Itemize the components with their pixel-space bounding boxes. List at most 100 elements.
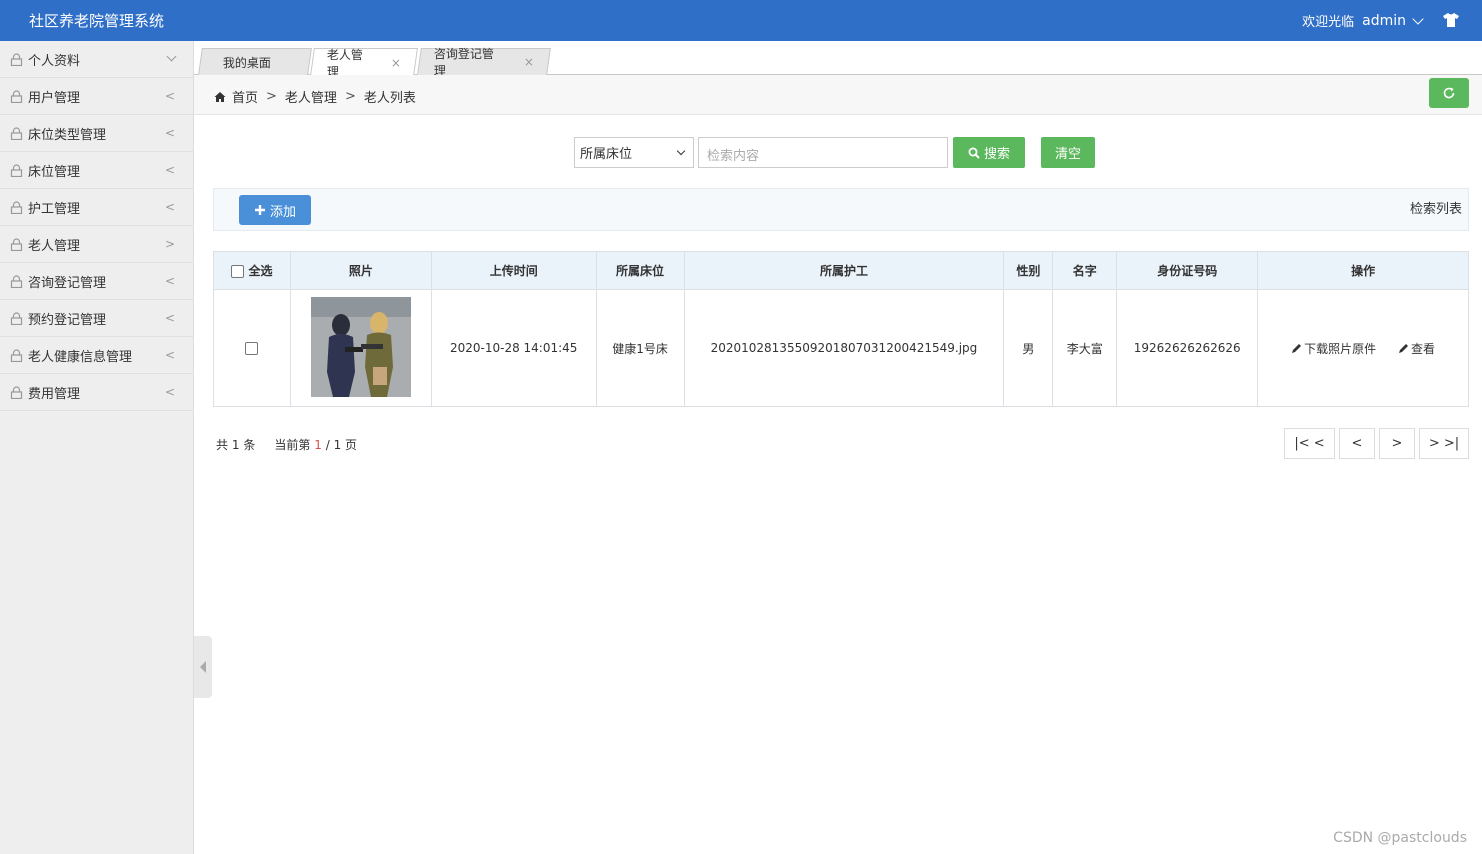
pencil-icon <box>1292 343 1302 353</box>
chevron-left-icon: < <box>164 126 175 140</box>
username[interactable]: admin <box>1362 13 1406 29</box>
tab-label: 我的桌面 <box>222 55 271 70</box>
header-photo: 照片 <box>289 251 432 290</box>
lock-icon <box>10 274 23 288</box>
elderly-table: 全选 照片 上传时间 所属床位 所属护工 性别 名字 身份证号码 操作 2020… <box>213 251 1469 407</box>
sidebar-item-consultation[interactable]: 咨询登记管理 < <box>0 263 193 300</box>
page-prefix: 当前第 <box>274 438 311 452</box>
lock-icon <box>10 348 23 362</box>
sidebar-collapse-toggle[interactable] <box>194 636 212 698</box>
sidebar-item-label: 个人资料 <box>28 53 81 69</box>
breadcrumb-level1[interactable]: 老人管理 <box>285 87 337 106</box>
chevron-left-icon: < <box>164 385 175 399</box>
chevron-left-icon: < <box>164 274 175 288</box>
breadcrumb: 首页 > 老人管理 > 老人列表 <box>214 87 416 106</box>
sidebar-item-label: 床位类型管理 <box>28 127 107 143</box>
theme-shirt-icon[interactable] <box>1442 12 1460 28</box>
gender-cell: 男 <box>1003 289 1054 407</box>
refresh-button[interactable] <box>1429 78 1469 108</box>
view-link[interactable]: 查看 <box>1398 340 1435 357</box>
operations-cell: 下载照片原件 查看 <box>1257 289 1469 407</box>
chevron-down-icon[interactable] <box>1412 12 1424 25</box>
caregiver-cell: 20201028135509201807031200421549.jpg <box>683 289 1005 407</box>
chevron-left-icon: < <box>164 311 175 325</box>
elderly-photo[interactable] <box>310 296 411 397</box>
tab-elderly-management[interactable]: 老人管理 × <box>310 48 418 79</box>
sidebar-item-appointments[interactable]: 预约登记管理 < <box>0 300 193 337</box>
pagination-info: 共 1 条 当前第 1 / 1 页 <box>216 436 357 453</box>
row-checkbox[interactable] <box>245 342 259 355</box>
table-toolbar: 添加 检索列表 <box>213 188 1469 231</box>
name-cell: 李大富 <box>1052 289 1118 407</box>
clear-button[interactable]: 清空 <box>1041 137 1095 168</box>
chevron-right-icon: > <box>164 237 175 251</box>
header-operations: 操作 <box>1257 251 1469 290</box>
watermark: CSDN @pastclouds <box>1333 830 1467 846</box>
chevron-left-icon: < <box>164 348 175 362</box>
sidebar-item-health-info[interactable]: 老人健康信息管理 < <box>0 337 193 374</box>
lock-icon <box>10 385 23 399</box>
chevron-left-icon: < <box>164 200 175 214</box>
sidebar-item-label: 老人健康信息管理 <box>28 349 133 365</box>
select-value: 所属床位 <box>580 147 633 162</box>
sidebar-item-caregivers[interactable]: 护工管理 < <box>0 189 193 226</box>
breadcrumb-home[interactable]: 首页 <box>232 87 258 106</box>
sidebar-item-label: 老人管理 <box>28 238 81 254</box>
lock-icon <box>10 52 23 66</box>
table-header-row: 全选 照片 上传时间 所属床位 所属护工 性别 名字 身份证号码 操作 <box>213 251 1469 290</box>
search-input[interactable]: 检索内容 <box>698 137 948 168</box>
download-photo-link[interactable]: 下载照片原件 <box>1291 340 1376 357</box>
page-suffix: 页 <box>345 438 358 452</box>
tab-consultation-management[interactable]: 咨询登记管理 × <box>417 47 551 78</box>
close-icon[interactable]: × <box>524 55 534 69</box>
last-page-button[interactable]: > >| <box>1419 428 1469 459</box>
search-list-label: 检索列表 <box>1409 202 1462 217</box>
select-all-checkbox[interactable] <box>231 265 245 278</box>
search-button[interactable]: 搜索 <box>953 137 1025 168</box>
next-page-button[interactable]: > <box>1379 428 1415 459</box>
tab-desktop[interactable]: 我的桌面 <box>198 48 312 75</box>
header-select-all[interactable]: 全选 <box>213 251 291 290</box>
add-button[interactable]: 添加 <box>239 195 311 225</box>
sidebar-item-label: 咨询登记管理 <box>28 275 107 291</box>
sidebar-item-bed-types[interactable]: 床位类型管理 < <box>0 115 193 152</box>
total-suffix: 条 <box>243 438 256 452</box>
bed-filter-select[interactable]: 所属床位 <box>574 137 694 168</box>
total-count: 1 <box>231 438 240 452</box>
sidebar-item-elderly[interactable]: 老人管理 > <box>0 226 193 263</box>
add-button-label: 添加 <box>269 204 296 220</box>
breadcrumb-level2: 老人列表 <box>363 91 416 106</box>
sidebar-item-profile[interactable]: 个人资料 <box>0 41 193 78</box>
photo-cell <box>289 289 432 407</box>
row-select-cell <box>213 289 291 407</box>
sidebar-item-label: 用户管理 <box>28 90 81 106</box>
chevron-down-icon <box>676 146 686 156</box>
prev-page-button[interactable]: < <box>1339 428 1375 459</box>
upload-time-cell: 2020-10-28 14:01:45 <box>430 289 597 407</box>
welcome-text: 欢迎光临 <box>1302 15 1355 30</box>
header-name: 名字 <box>1052 251 1118 290</box>
close-icon[interactable]: × <box>391 56 401 70</box>
id-number-cell: 19262626262626 <box>1116 289 1259 407</box>
refresh-icon <box>1443 87 1455 99</box>
tab-bar: 我的桌面 老人管理 × 咨询登记管理 × <box>194 41 1482 79</box>
clear-button-label: 清空 <box>1054 147 1081 162</box>
chevron-left-icon: < <box>164 89 175 103</box>
header-caregiver: 所属护工 <box>683 251 1005 290</box>
lock-icon <box>10 311 23 325</box>
user-menu[interactable]: 欢迎光临 admin <box>1302 11 1424 30</box>
sidebar-item-label: 预约登记管理 <box>28 312 107 328</box>
lock-icon <box>10 89 23 103</box>
header-label: 全选 <box>248 264 273 278</box>
first-page-button[interactable]: |< < <box>1284 428 1335 459</box>
search-button-label: 搜索 <box>983 147 1010 162</box>
breadcrumb-separator: > <box>266 89 277 104</box>
sidebar-item-fees[interactable]: 费用管理 < <box>0 374 193 411</box>
total-pages: / 1 <box>325 438 342 452</box>
sidebar-item-users[interactable]: 用户管理 < <box>0 78 193 115</box>
sidebar-item-beds[interactable]: 床位管理 < <box>0 152 193 189</box>
search-icon <box>968 147 980 159</box>
breadcrumb-bar: 首页 > 老人管理 > 老人列表 <box>194 75 1482 115</box>
total-prefix: 共 <box>216 438 229 452</box>
table-row: 2020-10-28 14:01:45 健康1号床 20201028135509… <box>213 289 1469 407</box>
